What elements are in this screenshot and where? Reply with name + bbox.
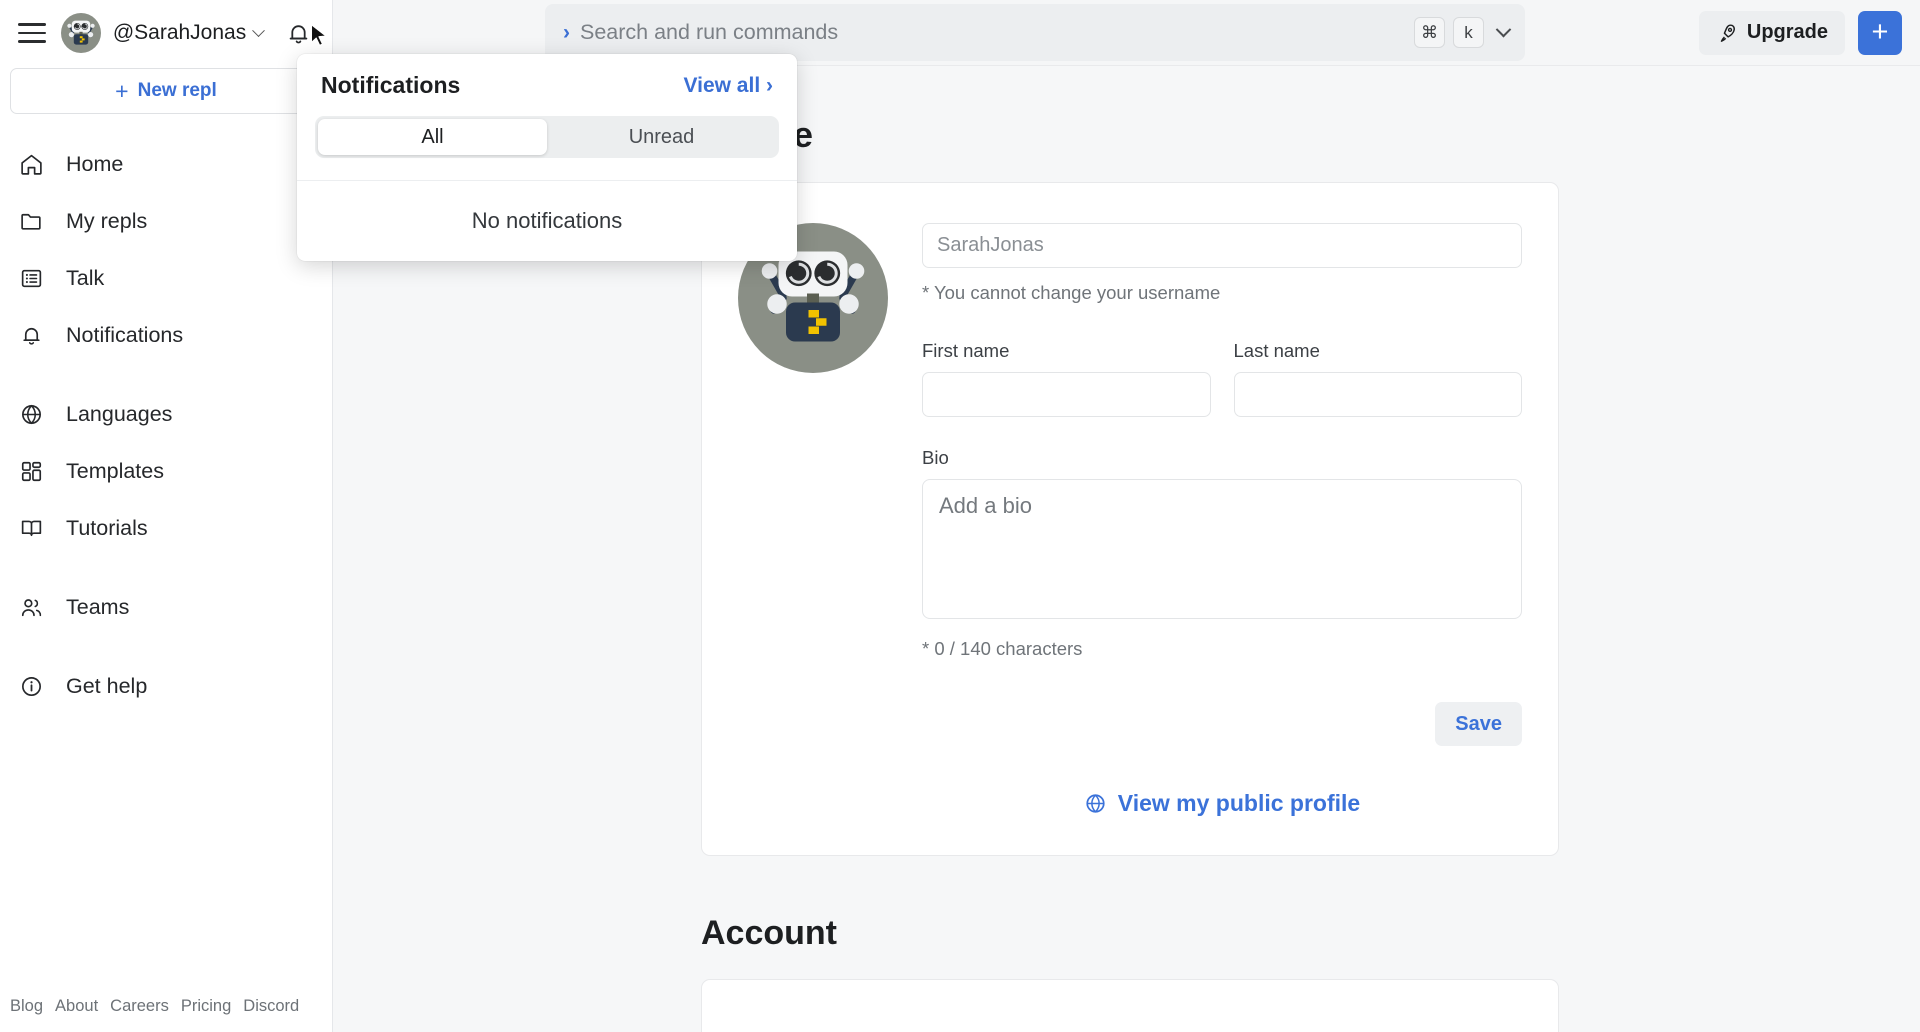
sidebar-item-notifications[interactable]: Notifications — [0, 307, 332, 364]
sidebar-item-label: Templates — [66, 459, 164, 484]
profile-fields: * You cannot change your username First … — [922, 223, 1522, 817]
sidebar-item-home[interactable]: Home — [0, 136, 332, 193]
username-hint: * You cannot change your username — [922, 282, 1522, 304]
bell-icon — [285, 20, 312, 47]
user-menu[interactable]: @SarahJonas — [113, 21, 263, 45]
account-section-title: Account — [701, 914, 1920, 953]
sidebar-item-languages[interactable]: Languages — [0, 386, 332, 443]
footer-link-careers[interactable]: Careers — [110, 997, 169, 1016]
bell-icon — [18, 323, 44, 349]
home-icon — [18, 152, 44, 178]
rocket-icon — [1716, 22, 1738, 44]
list-icon — [18, 266, 44, 292]
sidebar: @SarahJonas + New repl Home My repls — [0, 0, 333, 1032]
chevron-down-icon — [252, 24, 265, 37]
search-input[interactable]: › Search and run commands ⌘ k — [545, 4, 1525, 61]
sidebar-item-templates[interactable]: Templates — [0, 443, 332, 500]
sidebar-item-label: Get help — [66, 674, 147, 699]
footer-link-about[interactable]: About — [55, 997, 98, 1016]
kbd-command-key: ⌘ — [1414, 17, 1445, 48]
new-repl-label: New repl — [138, 80, 217, 102]
new-repl-button[interactable]: + New repl — [10, 68, 322, 114]
username-label: @SarahJonas — [113, 21, 246, 45]
sidebar-item-teams[interactable]: Teams — [0, 579, 332, 636]
notifications-popover: Notifications View all › All Unread No n… — [297, 54, 797, 261]
search-placeholder: Search and run commands — [580, 20, 1406, 45]
plus-icon: + — [1872, 16, 1889, 49]
globe-icon — [1084, 792, 1107, 815]
notifications-title: Notifications — [321, 72, 460, 99]
globe-icon — [18, 402, 44, 428]
create-new-button[interactable]: + — [1858, 11, 1902, 55]
last-name-field[interactable] — [1234, 372, 1523, 417]
bio-character-counter: * 0 / 140 characters — [922, 638, 1522, 660]
footer-link-blog[interactable]: Blog — [10, 997, 43, 1016]
sidebar-header: @SarahJonas — [0, 0, 332, 66]
last-name-label: Last name — [1234, 340, 1523, 362]
sidebar-nav: Home My repls Talk Notifications Languag… — [0, 136, 332, 715]
sidebar-item-label: My repls — [66, 209, 147, 234]
bio-label: Bio — [922, 447, 1522, 469]
chevron-right-icon: › — [563, 21, 570, 45]
notifications-header: Notifications View all › — [297, 54, 797, 99]
plus-icon: + — [115, 80, 128, 103]
upgrade-label: Upgrade — [1747, 21, 1828, 44]
sidebar-item-tutorials[interactable]: Tutorials — [0, 500, 332, 557]
tab-unread[interactable]: Unread — [547, 119, 776, 155]
sidebar-item-label: Tutorials — [66, 516, 148, 541]
nav-divider — [0, 364, 332, 386]
people-icon — [18, 595, 44, 621]
sidebar-item-talk[interactable]: Talk — [0, 250, 332, 307]
sidebar-item-label: Talk — [66, 266, 104, 291]
save-row: Save — [922, 702, 1522, 746]
avatar[interactable] — [61, 13, 101, 53]
sidebar-item-label: Teams — [66, 595, 129, 620]
sidebar-item-label: Notifications — [66, 323, 183, 348]
hamburger-menu-icon[interactable] — [16, 16, 49, 50]
sidebar-item-label: Home — [66, 152, 123, 177]
tab-all[interactable]: All — [318, 119, 547, 155]
sidebar-item-label: Languages — [66, 402, 172, 427]
username-input[interactable] — [922, 223, 1522, 268]
name-row: First name Last name — [922, 340, 1522, 417]
public-profile-row: View my public profile — [922, 790, 1522, 817]
first-name-field[interactable] — [922, 372, 1211, 417]
nav-divider — [0, 557, 332, 579]
upgrade-button[interactable]: Upgrade — [1699, 11, 1845, 55]
last-name-group: Last name — [1234, 340, 1523, 417]
sidebar-footer: Blog About Careers Pricing Discord — [0, 997, 332, 1016]
sidebar-item-my-repls[interactable]: My repls — [0, 193, 332, 250]
footer-link-discord[interactable]: Discord — [243, 997, 299, 1016]
notifications-empty-state: No notifications — [297, 180, 797, 261]
grid-icon — [18, 459, 44, 485]
notifications-spacer — [297, 158, 797, 180]
bio-group: Bio * 0 / 140 characters — [922, 447, 1522, 660]
folder-icon — [18, 209, 44, 235]
notifications-bell-button[interactable] — [281, 15, 316, 51]
info-icon — [18, 674, 44, 700]
robot-avatar-icon — [61, 13, 101, 53]
page-title: Profile — [701, 114, 1920, 156]
account-card — [701, 979, 1559, 1032]
view-public-profile-label: View my public profile — [1118, 790, 1360, 817]
topbar-actions: Upgrade + — [1699, 11, 1920, 55]
bio-textarea[interactable] — [922, 479, 1522, 619]
chevron-down-icon[interactable] — [1496, 22, 1512, 38]
view-public-profile-link[interactable]: View my public profile — [1084, 790, 1360, 817]
first-name-group: First name — [922, 340, 1211, 417]
book-icon — [18, 516, 44, 542]
nav-divider — [0, 636, 332, 658]
first-name-label: First name — [922, 340, 1211, 362]
notifications-filter-tabs: All Unread — [315, 116, 779, 158]
new-repl-wrap: + New repl — [0, 66, 332, 114]
profile-card: * You cannot change your username First … — [701, 182, 1559, 856]
sidebar-item-get-help[interactable]: Get help — [0, 658, 332, 715]
kbd-k-key: k — [1453, 17, 1484, 48]
view-all-link[interactable]: View all › — [684, 74, 774, 98]
footer-link-pricing[interactable]: Pricing — [181, 997, 231, 1016]
save-button[interactable]: Save — [1435, 702, 1522, 746]
app-root: @SarahJonas + New repl Home My repls — [0, 0, 1920, 1032]
